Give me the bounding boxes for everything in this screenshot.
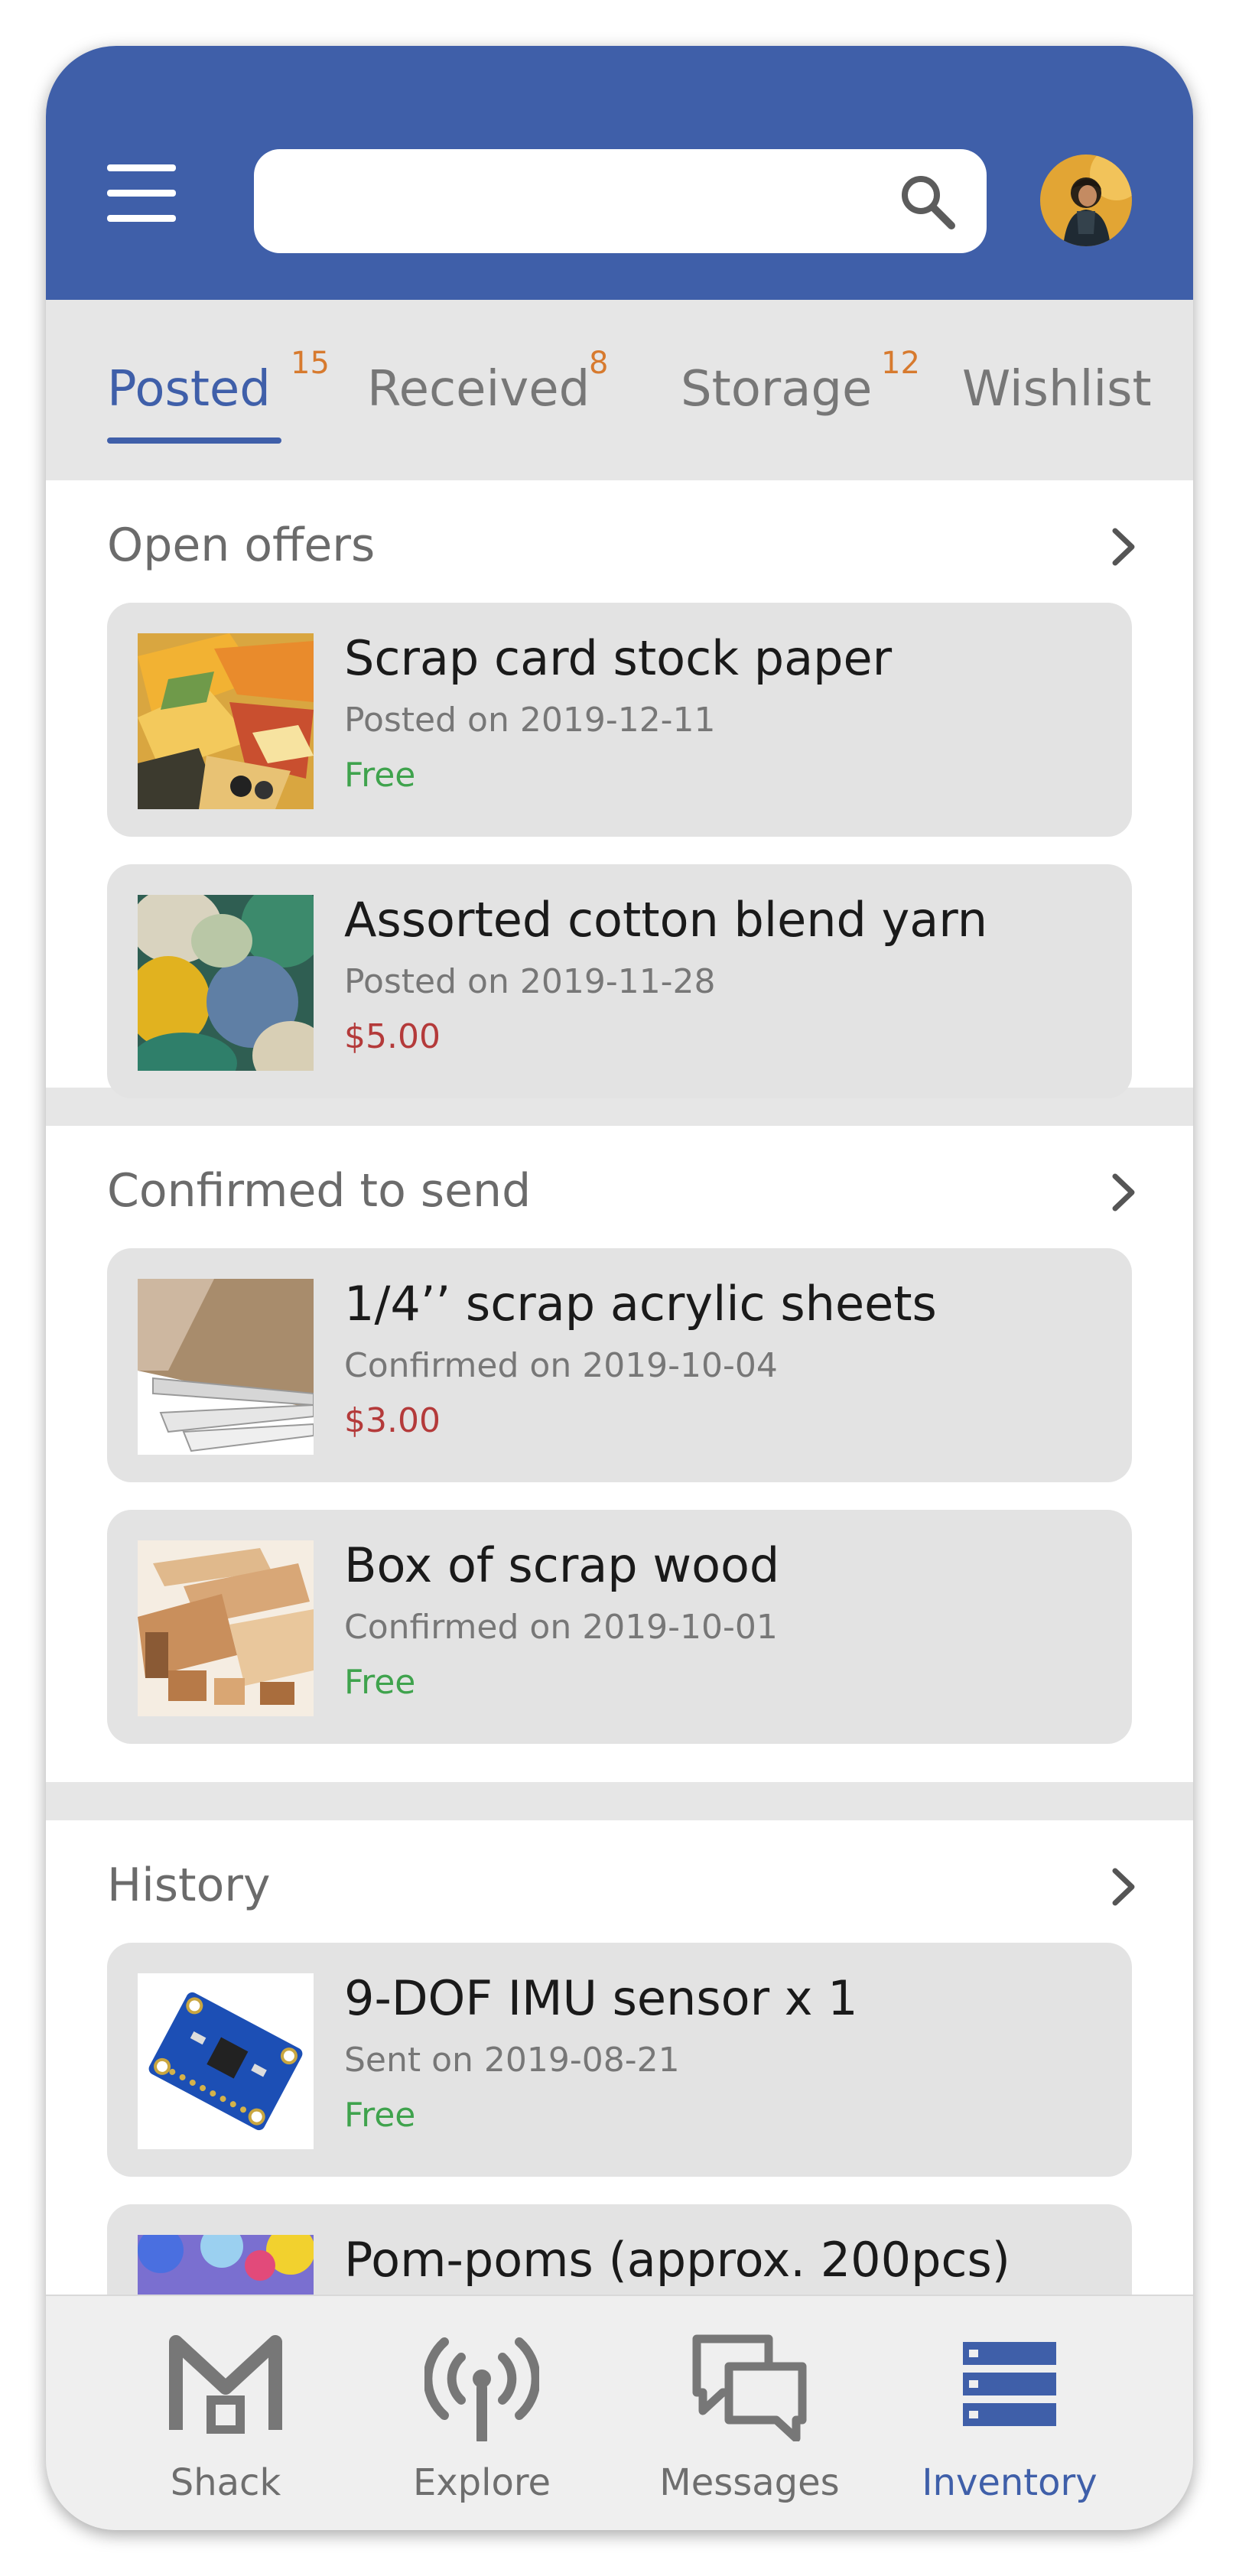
nav-shack-label: Shack [170,2461,281,2504]
yarn-image [138,895,314,1071]
search-icon[interactable] [898,172,956,230]
confirmed-section: Confirmed to send 1/4’’ scrap acrylic sh… [46,1126,1193,1782]
nav-inventory[interactable]: Inventory [895,2334,1124,2504]
tab-posted-count: 15 [291,346,330,381]
item-date: Posted on 2019-11-28 [344,962,716,1001]
open-offers-section: Open offers Scrap card stock paper Poste… [46,480,1193,1098]
item-thumbnail [138,1279,314,1455]
item-title: 1/4’’ scrap acrylic sheets [344,1276,937,1332]
tab-received-count: 8 [589,346,609,381]
item-price: Free [344,756,416,795]
tab-storage-count: 12 [881,346,920,381]
offer-card[interactable]: Assorted cotton blend yarn Posted on 201… [107,864,1132,1098]
card-stock-image [138,633,314,809]
item-thumbnail [138,1540,314,1716]
app-screen: Posted 15 Received 8 Storage 12 Wishlist… [46,46,1193,2530]
chevron-right-icon[interactable] [1109,525,1140,569]
acrylic-image [138,1279,314,1455]
nav-explore-label: Explore [412,2461,551,2504]
nav-shack[interactable]: Shack [111,2334,340,2504]
item-title: Box of scrap wood [344,1537,780,1593]
item-price: Free [344,2096,416,2135]
active-tab-indicator [107,437,281,444]
nav-messages[interactable]: Messages [635,2334,864,2504]
tab-wishlist-label: Wishlist [962,361,1152,418]
nav-explore[interactable]: Explore [367,2334,597,2504]
item-date: Posted on 2019-12-11 [344,701,716,740]
item-date: Confirmed on 2019-10-01 [344,1608,778,1647]
item-title: 9-DOF IMU sensor x 1 [344,1970,858,2026]
search-bar[interactable] [254,149,987,253]
antenna-icon [424,2337,539,2441]
top-app-bar [46,46,1193,300]
nav-messages-label: Messages [659,2461,840,2504]
tab-wishlist[interactable]: Wishlist [962,361,1152,418]
history-section: History 9-DOF IMU sensor x 1 Sent on 201… [46,1820,1193,2438]
history-card[interactable]: 9-DOF IMU sensor x 1 Sent on 2019-08-21 … [107,1943,1132,2177]
hamburger-menu-icon[interactable] [107,164,176,222]
item-title: Assorted cotton blend yarn [344,892,987,948]
imu-sensor-image [138,1973,314,2149]
tab-storage[interactable]: Storage 12 [681,346,920,418]
item-price: $3.00 [344,1401,441,1440]
chevron-right-icon[interactable] [1109,1170,1140,1215]
item-price: Free [344,1663,416,1702]
tab-posted-label: Posted [107,361,271,418]
item-price: $5.00 [344,1017,441,1056]
messages-icon [692,2334,807,2441]
item-title: Pom-poms (approx. 200pcs) [344,2232,1010,2288]
scrap-wood-image [138,1540,314,1716]
confirmed-card[interactable]: 1/4’’ scrap acrylic sheets Confirmed on … [107,1248,1132,1482]
item-thumbnail [138,633,314,809]
offer-card[interactable]: Scrap card stock paper Posted on 2019-12… [107,603,1132,837]
item-title: Scrap card stock paper [344,630,893,686]
user-avatar[interactable] [1040,154,1132,246]
search-input[interactable] [285,172,881,230]
nav-inventory-label: Inventory [922,2461,1098,2504]
item-date: Confirmed on 2019-10-04 [344,1346,778,1385]
bottom-navigation: Shack Explore Messages Inventory [46,2295,1193,2530]
avatar-photo [1040,154,1132,246]
inventory-tabs: Posted 15 Received 8 Storage 12 Wishlist [46,300,1193,480]
confirmed-card[interactable]: Box of scrap wood Confirmed on 2019-10-0… [107,1510,1132,1744]
item-thumbnail [138,895,314,1071]
tab-posted[interactable]: Posted 15 [107,346,330,418]
inventory-icon [963,2342,1056,2426]
tab-storage-label: Storage [681,361,873,418]
tab-received[interactable]: Received 8 [367,346,608,418]
item-thumbnail [138,1973,314,2149]
section-title: Confirmed to send [107,1164,532,1218]
item-date: Sent on 2019-08-21 [344,2041,680,2080]
section-title: Open offers [107,519,376,572]
tab-received-label: Received [367,361,590,418]
section-title: History [107,1859,271,1912]
shack-icon [169,2335,282,2434]
chevron-right-icon[interactable] [1109,1865,1140,1909]
